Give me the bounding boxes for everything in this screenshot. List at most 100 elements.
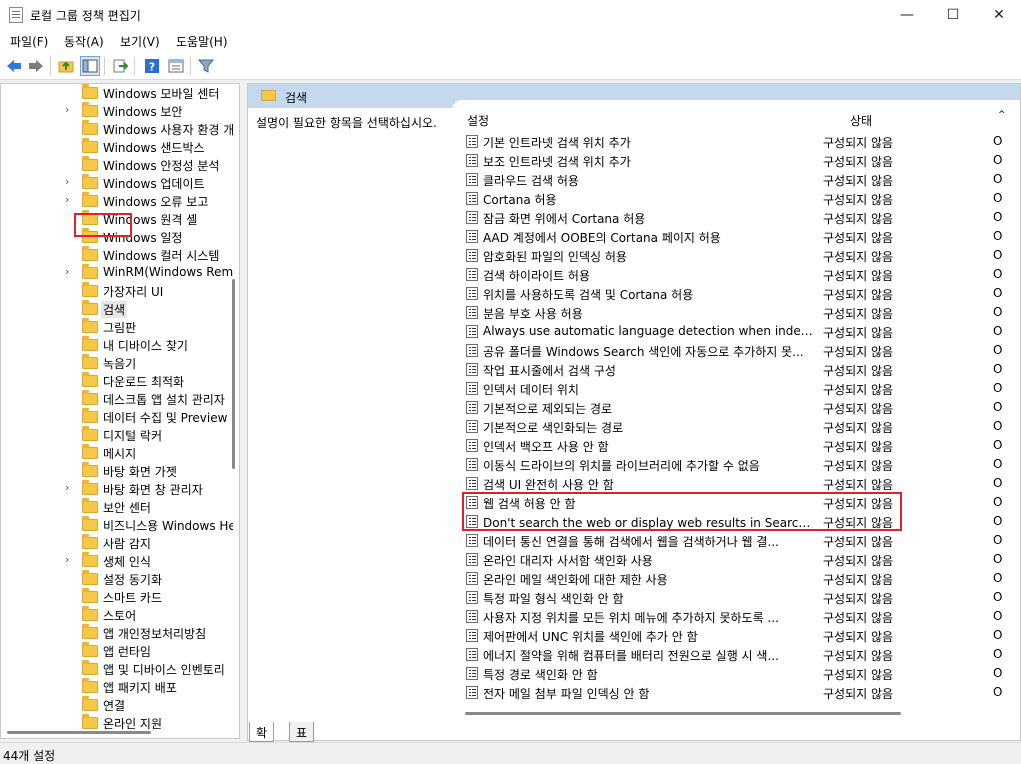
table-row[interactable]: 이동식 드라이브의 위치를 라이브러리에 추가할 수 없음 구성되지 않음 O bbox=[463, 455, 1019, 474]
table-row[interactable]: Always use automatic language detection … bbox=[463, 322, 1019, 341]
table-row[interactable]: 기본적으로 제외되는 경로 구성되지 않음 O bbox=[463, 398, 1019, 417]
tab-standard[interactable]: 표준 bbox=[289, 722, 315, 757]
table-row[interactable]: 인덱서 데이터 위치 구성되지 않음 O bbox=[463, 379, 1019, 398]
back-arrow-icon[interactable] bbox=[4, 56, 24, 76]
table-row[interactable]: 검색 하이라이트 허용 구성되지 않음 O bbox=[463, 265, 1019, 284]
policy-setting-icon bbox=[466, 572, 478, 585]
table-row[interactable]: 사용자 지정 위치를 모든 위치 메뉴에 추가하지 못하도록 ... 구성되지 않… bbox=[463, 607, 1019, 626]
folder-icon bbox=[82, 660, 98, 675]
tree-item[interactable]: Windows 사용자 환경 개 bbox=[1, 120, 233, 138]
tree-vertical-scrollbar[interactable] bbox=[232, 279, 235, 469]
table-row[interactable]: 보조 인트라넷 검색 위치 추가 구성되지 않음 O bbox=[463, 151, 1019, 170]
tree-item[interactable]: 다운로드 최적화 bbox=[1, 372, 233, 390]
table-row[interactable]: 잠금 화면 위에서 Cortana 허용 구성되지 않음 O bbox=[463, 208, 1019, 227]
tree-item[interactable]: › 생체 인식 bbox=[1, 552, 233, 570]
tree-item[interactable]: 앱 개인정보처리방침 bbox=[1, 624, 233, 642]
table-row[interactable]: 제어판에서 UNC 위치를 색인에 추가 안 함 구성되지 않음 O bbox=[463, 626, 1019, 645]
tree-item[interactable]: 연결 bbox=[1, 696, 233, 714]
tree-item[interactable]: 가장자리 UI bbox=[1, 282, 233, 300]
table-row[interactable]: 특정 파일 형식 색인화 안 함 구성되지 않음 O bbox=[463, 588, 1019, 607]
setting-state: 구성되지 않음 bbox=[823, 611, 894, 625]
expand-chevron-icon[interactable]: › bbox=[65, 553, 69, 566]
menu-help[interactable]: 도움말(H) bbox=[176, 33, 228, 50]
export-list-icon[interactable] bbox=[110, 56, 130, 76]
list-horizontal-scrollbar[interactable] bbox=[465, 712, 901, 715]
tree-item[interactable]: 메시지 bbox=[1, 444, 233, 462]
folder-icon bbox=[82, 300, 98, 315]
table-row[interactable]: 클라우드 검색 허용 구성되지 않음 O bbox=[463, 170, 1019, 189]
table-row[interactable]: AAD 계정에서 OOBE의 Cortana 페이지 허용 구성되지 않음 O bbox=[463, 227, 1019, 246]
setting-name: 특정 경로 색인화 안 함 bbox=[483, 668, 598, 682]
table-row[interactable]: 에너지 절약을 위해 컴퓨터를 배터리 전원으로 실행 시 색... 구성되지 않… bbox=[463, 645, 1019, 664]
table-row[interactable]: 온라인 메일 색인화에 대한 제한 사용 구성되지 않음 O bbox=[463, 569, 1019, 588]
properties-icon[interactable] bbox=[166, 56, 186, 76]
tree-item[interactable]: 사람 감지 bbox=[1, 534, 233, 552]
minimize-button[interactable]: — bbox=[884, 0, 930, 30]
menu-view[interactable]: 보기(V) bbox=[120, 33, 160, 50]
table-row[interactable]: 검색 UI 완전히 사용 안 함 구성되지 않음 O bbox=[463, 474, 1019, 493]
table-row[interactable]: 온라인 대리자 사서함 색인화 사용 구성되지 않음 O bbox=[463, 550, 1019, 569]
expand-chevron-icon[interactable]: › bbox=[65, 193, 69, 206]
tree-item[interactable]: 내 디바이스 찾기 bbox=[1, 336, 233, 354]
tree-item[interactable]: 앱 런타임 bbox=[1, 642, 233, 660]
tree-item[interactable]: 데이터 수집 및 Preview 빌 bbox=[1, 408, 233, 426]
tree-item[interactable]: 보안 센터 bbox=[1, 498, 233, 516]
tree-item[interactable]: 비즈니스용 Windows Hel bbox=[1, 516, 233, 534]
tree-item[interactable]: › Windows 업데이트 bbox=[1, 174, 233, 192]
menu-file[interactable]: 파일(F) bbox=[10, 33, 48, 50]
table-row[interactable]: 전자 메일 첨부 파일 인덱싱 안 함 구성되지 않음 O bbox=[463, 683, 1019, 702]
tree-item[interactable]: 그림판 bbox=[1, 318, 233, 336]
table-row[interactable]: 데이터 통신 연결을 통해 검색에서 웹을 검색하거나 웹 결... 구성되지 않… bbox=[463, 531, 1019, 550]
policy-setting-icon bbox=[466, 192, 478, 205]
policy-setting-icon bbox=[466, 154, 478, 167]
table-row[interactable]: 특정 경로 색인화 안 함 구성되지 않음 O bbox=[463, 664, 1019, 683]
tree-item[interactable]: 바탕 화면 가젯 bbox=[1, 462, 233, 480]
tree-horizontal-scrollbar[interactable] bbox=[7, 731, 151, 734]
maximize-button[interactable]: ☐ bbox=[930, 0, 976, 30]
forward-arrow-icon[interactable] bbox=[26, 56, 46, 76]
help-icon[interactable]: ? bbox=[142, 56, 162, 76]
table-row[interactable]: 위치를 사용하도록 검색 및 Cortana 허용 구성되지 않음 O bbox=[463, 284, 1019, 303]
tree-item[interactable]: Windows 안정성 분석 bbox=[1, 156, 233, 174]
tree-item[interactable]: › Windows 보안 bbox=[1, 102, 233, 120]
tab-extended[interactable]: 확장 bbox=[249, 722, 275, 757]
expand-chevron-icon[interactable]: › bbox=[65, 103, 69, 116]
tree-item[interactable]: 디지털 락커 bbox=[1, 426, 233, 444]
table-row[interactable]: 인덱서 백오프 사용 안 함 구성되지 않음 O bbox=[463, 436, 1019, 455]
table-row[interactable]: 기본 인트라넷 검색 위치 추가 구성되지 않음 O bbox=[463, 132, 1019, 151]
tree-item[interactable]: › Windows 오류 보고 bbox=[1, 192, 233, 210]
tree-item[interactable]: 스토어 bbox=[1, 606, 233, 624]
table-row[interactable]: Cortana 허용 구성되지 않음 O bbox=[463, 189, 1019, 208]
table-row[interactable]: 공유 폴더를 Windows Search 색인에 자동으로 추가하지 못...… bbox=[463, 341, 1019, 360]
expand-chevron-icon[interactable]: › bbox=[65, 265, 69, 278]
show-hide-tree-icon[interactable] bbox=[80, 56, 100, 76]
description-text: 설명이 필요한 항목을 선택하십시오. bbox=[256, 116, 437, 130]
tree-pane[interactable]: Windows 모바일 센터 › Windows 보안 Windows 사용자 환경 … bbox=[0, 83, 240, 739]
column-header-sort-icon[interactable]: ^ bbox=[998, 110, 1006, 120]
tree-item[interactable]: 앱 및 디바이스 인벤토리 bbox=[1, 660, 233, 678]
tree-item[interactable]: Windows 샌드박스 bbox=[1, 138, 233, 156]
column-header-setting[interactable]: 설정 bbox=[467, 112, 489, 129]
tree-item[interactable]: 녹음기 bbox=[1, 354, 233, 372]
table-row[interactable]: 작업 표시줄에서 검색 구성 구성되지 않음 O bbox=[463, 360, 1019, 379]
expand-chevron-icon[interactable]: › bbox=[65, 481, 69, 494]
up-folder-icon[interactable] bbox=[56, 56, 76, 76]
tree-item[interactable]: 온라인 지원 bbox=[1, 714, 233, 732]
table-row[interactable]: 분음 부호 사용 허용 구성되지 않음 O bbox=[463, 303, 1019, 322]
tree-item[interactable]: 앱 패키지 배포 bbox=[1, 678, 233, 696]
expand-chevron-icon[interactable]: › bbox=[65, 175, 69, 188]
tree-item[interactable]: Windows 컬러 시스템 bbox=[1, 246, 233, 264]
menu-action[interactable]: 동작(A) bbox=[64, 33, 104, 50]
tree-item[interactable]: › 바탕 화면 창 관리자 bbox=[1, 480, 233, 498]
column-header-state[interactable]: 상태 bbox=[850, 112, 872, 129]
tree-item[interactable]: 스마트 카드 bbox=[1, 588, 233, 606]
tree-item[interactable]: Windows 모바일 센터 bbox=[1, 84, 233, 102]
tree-item[interactable]: 검색 bbox=[1, 300, 233, 318]
filter-icon[interactable] bbox=[196, 56, 216, 76]
tree-item[interactable]: › WinRM(Windows Remote bbox=[1, 264, 233, 282]
table-row[interactable]: 암호화된 파일의 인덱싱 허용 구성되지 않음 O bbox=[463, 246, 1019, 265]
tree-item[interactable]: 데스크톱 앱 설치 관리자 bbox=[1, 390, 233, 408]
table-row[interactable]: 기본적으로 색인화되는 경로 구성되지 않음 O bbox=[463, 417, 1019, 436]
close-button[interactable]: ✕ bbox=[976, 0, 1021, 30]
tree-item[interactable]: 설정 동기화 bbox=[1, 570, 233, 588]
